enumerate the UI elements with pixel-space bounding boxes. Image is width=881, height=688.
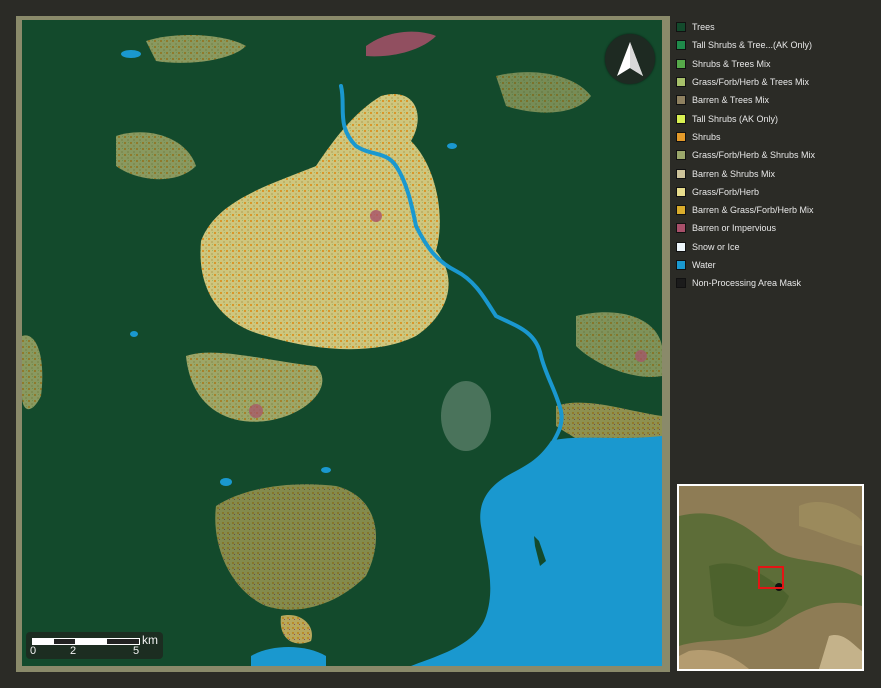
scale-bar-graphic bbox=[32, 638, 140, 645]
legend-item: Barren & Grass/Forb/Herb Mix bbox=[676, 201, 876, 219]
legend-swatch bbox=[676, 241, 686, 252]
legend-item: Barren or Impervious bbox=[676, 219, 876, 237]
legend-swatch bbox=[676, 22, 686, 33]
legend-label: Barren or Impervious bbox=[692, 223, 777, 234]
scale-tick-5: 5 bbox=[133, 645, 140, 657]
legend-label: Barren & Trees Mix bbox=[692, 95, 770, 106]
legend-label: Barren & Grass/Forb/Herb Mix bbox=[692, 205, 814, 216]
legend-swatch bbox=[676, 150, 686, 161]
legend-swatch bbox=[676, 260, 686, 270]
legend-item: Snow or Ice bbox=[676, 238, 876, 256]
legend-item: Grass/Forb/Herb bbox=[676, 183, 876, 201]
legend-swatch bbox=[676, 40, 686, 51]
legend-item: Water bbox=[676, 256, 876, 274]
legend-label: Water bbox=[692, 260, 716, 270]
legend-label: Grass/Forb/Herb bbox=[692, 186, 760, 197]
inset-map-image bbox=[679, 486, 862, 669]
scale-bar: 0 2 5 km bbox=[26, 632, 163, 659]
legend-item: Non-Processing Area Mask bbox=[676, 274, 876, 292]
legend-item: Tall Shrubs (AK Only) bbox=[676, 109, 876, 127]
legend-label: Tall Shrubs & Tree...(AK Only) bbox=[692, 40, 813, 51]
legend-label: Grass/Forb/Herb & Shrubs Mix bbox=[692, 150, 816, 161]
legend-label: Shrubs & Trees Mix bbox=[692, 58, 771, 69]
legend-swatch bbox=[676, 131, 686, 142]
legend-label: Barren & Shrubs Mix bbox=[692, 168, 776, 179]
legend-swatch bbox=[676, 95, 686, 106]
legend-label: Grass/Forb/Herb & Trees Mix bbox=[692, 77, 810, 88]
scale-unit: km bbox=[142, 633, 158, 647]
legend-item: Shrubs bbox=[676, 128, 876, 146]
legend-label: Snow or Ice bbox=[692, 241, 740, 252]
legend-item: Tall Shrubs & Tree...(AK Only) bbox=[676, 36, 876, 54]
legend-label: Tall Shrubs (AK Only) bbox=[692, 113, 779, 124]
legend-label: Non-Processing Area Mask bbox=[692, 278, 802, 289]
legend-swatch bbox=[676, 168, 686, 179]
legend-swatch bbox=[676, 205, 686, 216]
legend-item: Grass/Forb/Herb & Shrubs Mix bbox=[676, 146, 876, 164]
legend-swatch bbox=[676, 186, 686, 197]
scale-tick-0: 0 bbox=[30, 645, 37, 657]
legend-label: Shrubs bbox=[692, 131, 721, 142]
legend-item: Trees bbox=[676, 18, 876, 36]
legend: Trees Tall Shrubs & Tree...(AK Only) Shrub… bbox=[676, 18, 876, 292]
scale-tick-2: 2 bbox=[70, 645, 77, 657]
legend-label: Trees bbox=[692, 22, 715, 33]
legend-swatch bbox=[676, 223, 686, 234]
legend-swatch bbox=[676, 77, 686, 88]
legend-swatch bbox=[676, 58, 686, 69]
legend-item: Barren & Trees Mix bbox=[676, 91, 876, 109]
land-cover-map bbox=[22, 20, 662, 666]
legend-item: Shrubs & Trees Mix bbox=[676, 55, 876, 73]
legend-item: Barren & Shrubs Mix bbox=[676, 164, 876, 182]
main-map[interactable]: 0 2 5 km bbox=[16, 16, 670, 672]
legend-swatch bbox=[676, 278, 686, 289]
inset-map[interactable] bbox=[677, 484, 864, 671]
legend-item: Grass/Forb/Herb & Trees Mix bbox=[676, 73, 876, 91]
north-arrow-icon bbox=[605, 34, 655, 84]
legend-swatch bbox=[676, 113, 686, 124]
